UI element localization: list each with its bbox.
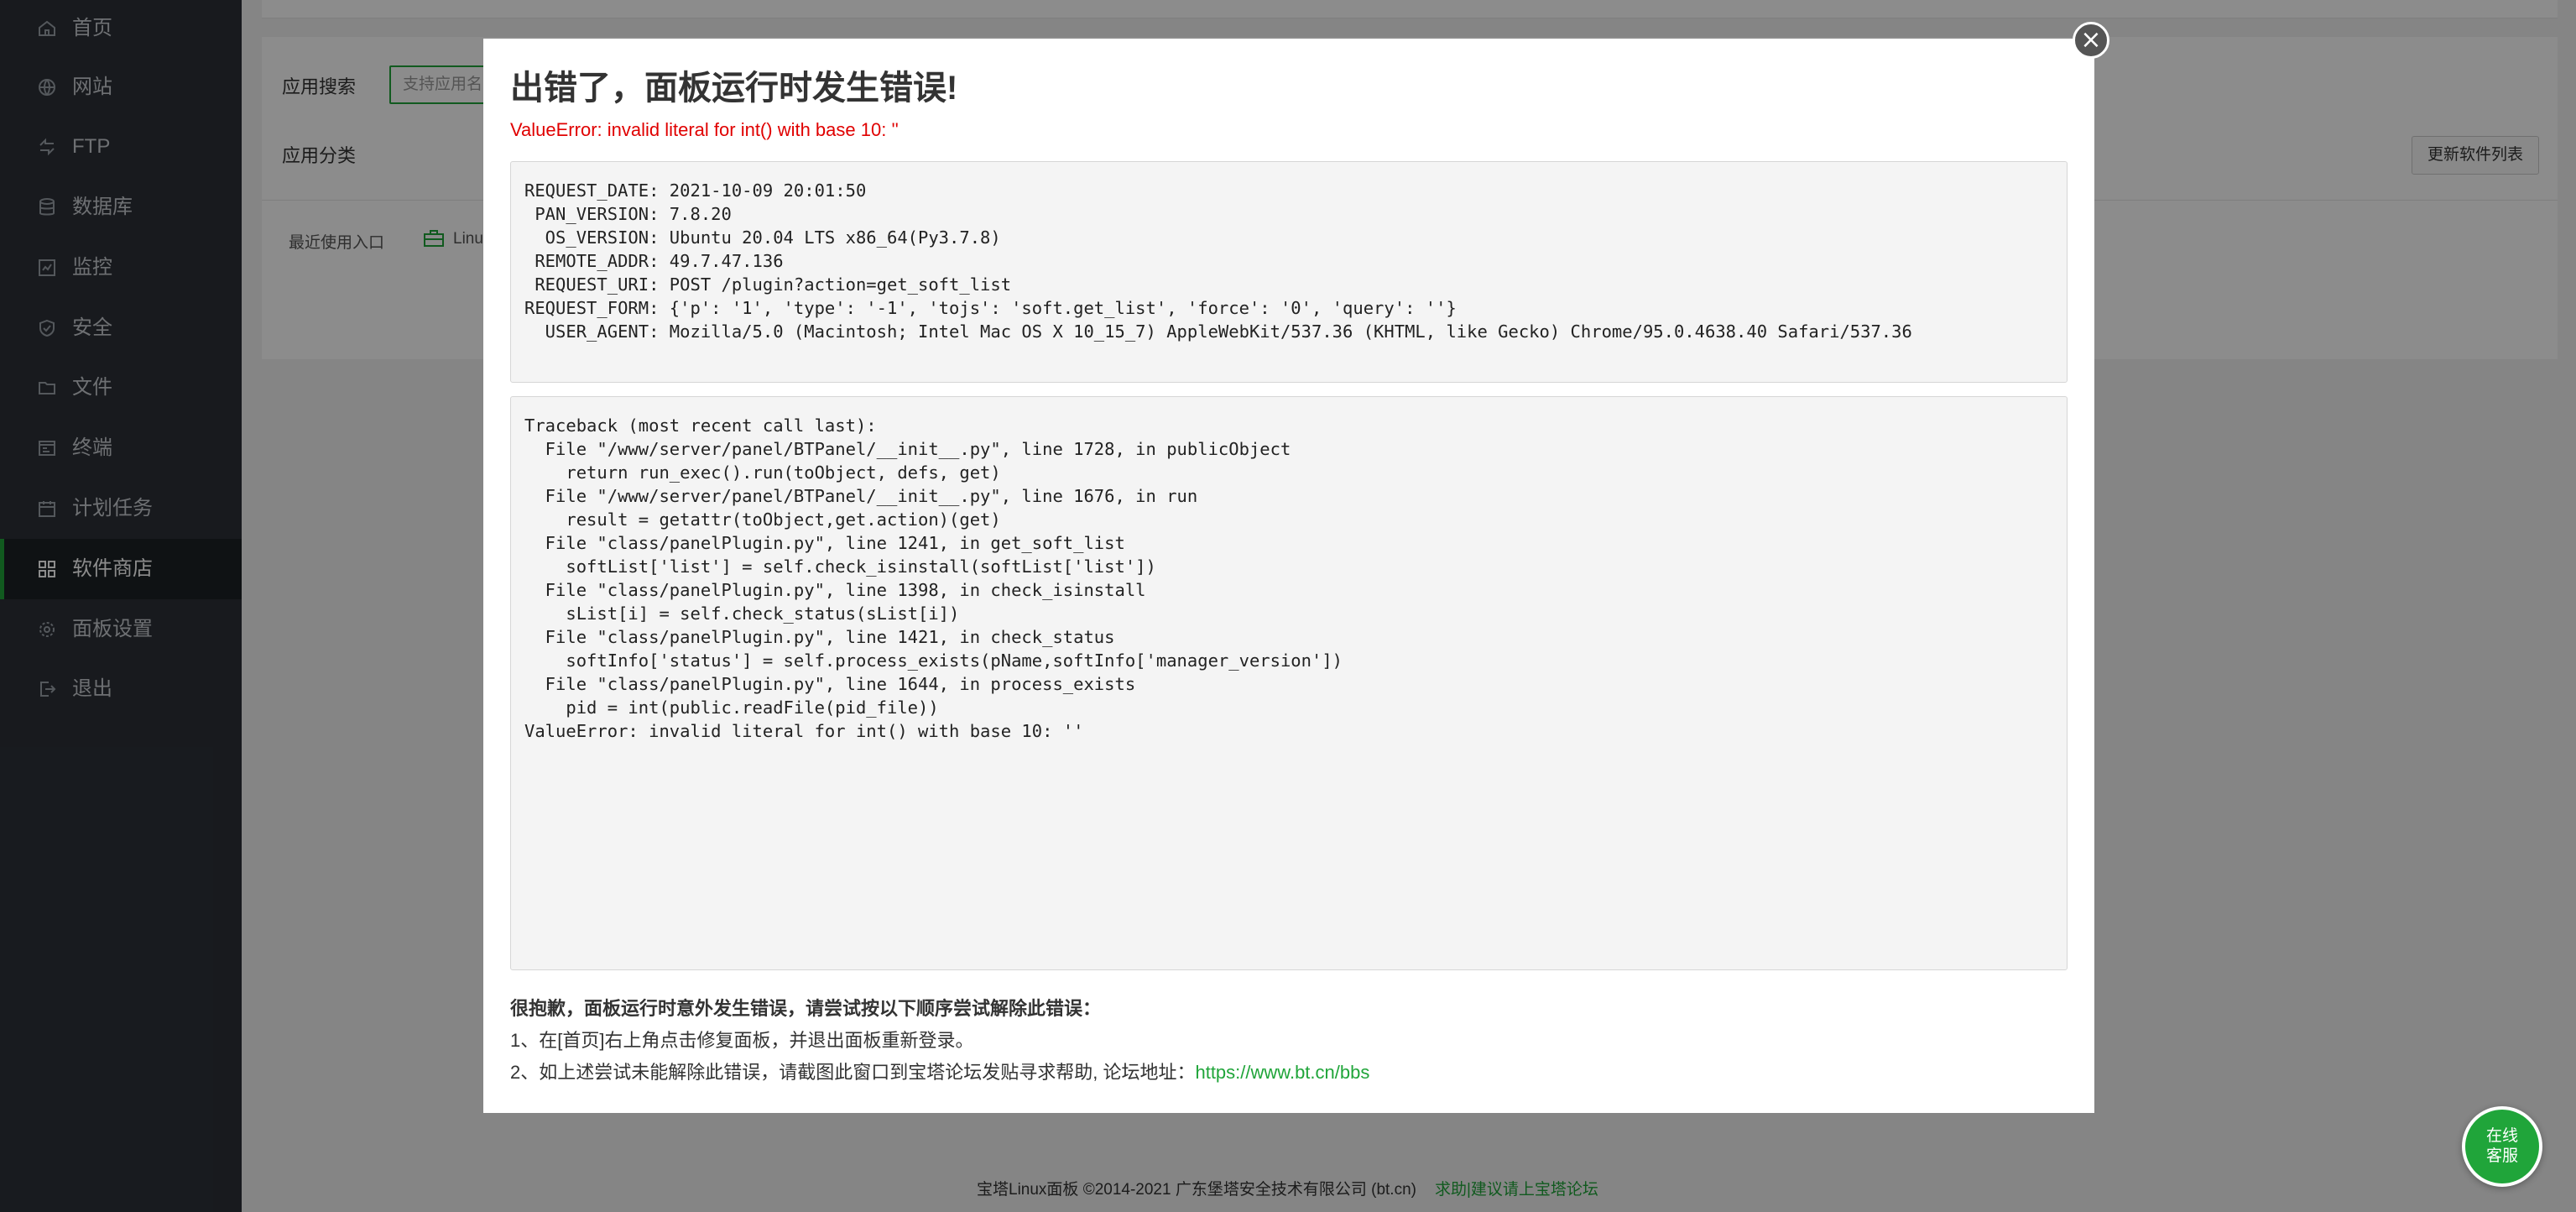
- help-step-2: 2、如上述尝试未能解除此错误，请截图此窗口到宝塔论坛发贴寻求帮助, 论坛地址：h…: [510, 1058, 1369, 1084]
- info-line: REMOTE_ADDR: 49.7.47.136: [524, 251, 784, 271]
- traceback-line: sList[i] = self.check_status(sList[i]): [524, 603, 960, 624]
- info-line: REQUEST_DATE: 2021-10-09 20:01:50: [524, 180, 867, 201]
- dialog-title: 出错了，面板运行时发生错误!: [510, 70, 958, 107]
- request-info-box: REQUEST_DATE: 2021-10-09 20:01:50 PAN_VE…: [510, 161, 2068, 383]
- dialog-error-message: ValueError: invalid literal for int() wi…: [510, 119, 899, 140]
- forum-link[interactable]: https://www.bt.cn/bbs: [1195, 1062, 1369, 1083]
- support-line-2: 客服: [2485, 1147, 2518, 1165]
- traceback-line: File "/www/server/panel/BTPanel/__init__…: [524, 439, 1291, 459]
- traceback-line: softList['list'] = self.check_isinstall(…: [524, 556, 1156, 577]
- traceback-box: Traceback (most recent call last): File …: [510, 396, 2068, 970]
- info-line: USER_AGENT: Mozilla/5.0 (Macintosh; Inte…: [524, 321, 1912, 342]
- traceback-line: pid = int(public.readFile(pid_file)): [524, 697, 939, 718]
- traceback-line: softInfo['status'] = self.process_exists…: [524, 650, 1343, 671]
- help-step-1: 1、在[首页]右上角点击修复面板，并退出面板重新登录。: [510, 1030, 974, 1051]
- traceback-line: File "class/panelPlugin.py", line 1241, …: [524, 533, 1125, 553]
- traceback-line: Traceback (most recent call last):: [524, 415, 877, 436]
- traceback-line: result = getattr(toObject,get.action)(ge…: [524, 509, 1001, 530]
- traceback-line: File "class/panelPlugin.py", line 1398, …: [524, 580, 1146, 600]
- close-icon: ×: [2080, 25, 2102, 55]
- support-line-1: 在线: [2485, 1127, 2518, 1145]
- info-line: REQUEST_URI: POST /plugin?action=get_sof…: [524, 274, 1012, 295]
- traceback-line: File "class/panelPlugin.py", line 1421, …: [524, 627, 1115, 647]
- info-line: OS_VERSION: Ubuntu 20.04 LTS x86_64(Py3.…: [524, 227, 1001, 248]
- traceback-line: File "/www/server/panel/BTPanel/__init__…: [524, 486, 1198, 506]
- help-title: 很抱歉，面板运行时意外发生错误，请尝试按以下顺序尝试解除此错误：: [510, 998, 1102, 1019]
- info-line: PAN_VERSION: 7.8.20: [524, 204, 732, 224]
- info-line: REQUEST_FORM: {'p': '1', 'type': '-1', '…: [524, 298, 1457, 318]
- online-support-button[interactable]: 在线 客服: [2462, 1106, 2542, 1187]
- traceback-line: return run_exec().run(toObject, defs, ge…: [524, 462, 1001, 483]
- traceback-line: ValueError: invalid literal for int() wi…: [524, 721, 1084, 741]
- help-step-2-text: 2、如上述尝试未能解除此错误，请截图此窗口到宝塔论坛发贴寻求帮助, 论坛地址：: [510, 1062, 1196, 1083]
- traceback-line: File "class/panelPlugin.py", line 1644, …: [524, 674, 1136, 694]
- close-dialog-button[interactable]: ×: [2073, 22, 2109, 59]
